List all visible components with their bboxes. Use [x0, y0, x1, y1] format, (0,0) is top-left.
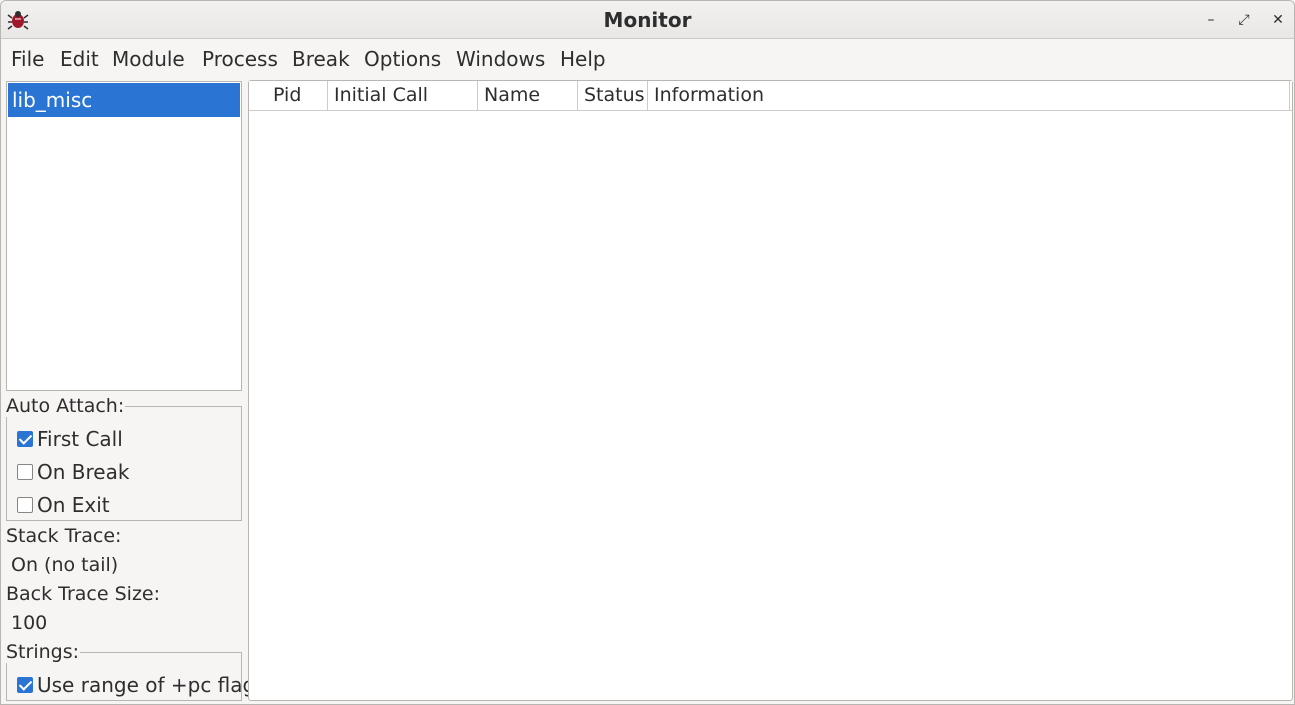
back-trace-size-label: Back Trace Size: [6, 583, 161, 605]
use-range-pc-label: Use range of +pc flag [37, 673, 256, 697]
menu-edit[interactable]: Edit [60, 47, 99, 71]
auto-attach-label: Auto Attach: [6, 395, 126, 417]
on-exit-label: On Exit [37, 493, 110, 517]
column-header-name[interactable]: Name [478, 81, 578, 110]
close-icon[interactable]: ✕ [1267, 9, 1289, 31]
on-break-label: On Break [37, 460, 130, 484]
menu-windows[interactable]: Windows [456, 47, 545, 71]
module-list[interactable]: lib_misc [6, 81, 242, 391]
column-header-information[interactable]: Information [648, 81, 1290, 110]
column-header-initial-call[interactable]: Initial Call [328, 81, 478, 110]
column-header-pid[interactable]: Pid [249, 81, 328, 110]
stack-trace-label: Stack Trace: [6, 525, 122, 547]
menu-module[interactable]: Module [112, 47, 185, 71]
module-item-lib-misc[interactable]: lib_misc [8, 83, 240, 117]
auto-attach-group: First Call On Break On Exit [6, 406, 242, 521]
checkbox-checked-icon[interactable] [17, 677, 33, 693]
checkbox-unchecked-icon[interactable] [17, 497, 33, 513]
menu-bar: File Edit Module Process Break Options W… [1, 40, 1294, 78]
monitor-window: Monitor – ⤢ ✕ File Edit Module Process B… [0, 0, 1295, 705]
menu-break[interactable]: Break [292, 47, 350, 71]
stack-trace-value[interactable]: On (no tail) [11, 554, 118, 576]
menu-process[interactable]: Process [202, 47, 278, 71]
menu-options[interactable]: Options [364, 47, 441, 71]
maximize-icon[interactable]: ⤢ [1233, 9, 1255, 31]
process-table[interactable]: Pid Initial Call Name Status Information [248, 80, 1293, 701]
checkbox-checked-icon[interactable] [17, 431, 33, 447]
back-trace-size-value[interactable]: 100 [11, 612, 47, 634]
minimize-icon[interactable]: – [1200, 9, 1222, 31]
column-header-status[interactable]: Status [578, 81, 648, 110]
menu-file[interactable]: File [11, 47, 44, 71]
window-title: Monitor [603, 8, 692, 32]
checkbox-unchecked-icon[interactable] [17, 464, 33, 480]
title-bar[interactable]: Monitor – ⤢ ✕ [1, 1, 1294, 39]
strings-label: Strings: [6, 641, 81, 663]
table-header: Pid Initial Call Name Status Information [249, 81, 1292, 111]
menu-help[interactable]: Help [560, 47, 606, 71]
first-call-label: First Call [37, 427, 123, 451]
